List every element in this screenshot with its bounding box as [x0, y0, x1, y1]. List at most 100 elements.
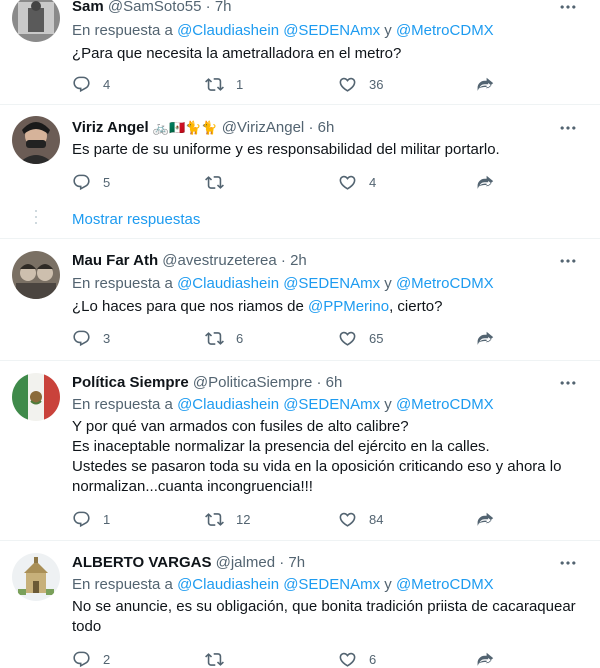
- reply-mentions[interactable]: @Claudiashein @SEDENAmx: [177, 275, 380, 292]
- timestamp[interactable]: 6h: [318, 119, 335, 136]
- reply-context: En respuesta a @Claudiashein @SEDENAmx y…: [72, 395, 494, 415]
- like-button[interactable]: 4: [338, 172, 376, 192]
- reply-mention-last[interactable]: @MetroCDMX: [396, 22, 494, 39]
- like-button[interactable]: 6: [338, 649, 376, 668]
- tweet-text-line: No se anuncie, es su obligación, que bon…: [72, 598, 576, 615]
- reply-icon: [72, 75, 91, 94]
- reply-context: En respuesta a @Claudiashein @SEDENAmx y…: [72, 21, 494, 41]
- user-handle[interactable]: @avestruzeterea: [162, 252, 276, 269]
- tweet-text: ¿Para que necesita la ametralladora en e…: [72, 45, 402, 62]
- tweet-header: Sam @SamSoto55 · 7h: [72, 0, 232, 17]
- retweet-button[interactable]: 6: [205, 328, 243, 348]
- retweet-button[interactable]: 1: [205, 74, 243, 94]
- more-icon: [558, 373, 578, 393]
- reply-mentions[interactable]: @Claudiashein @SEDENAmx: [177, 396, 380, 413]
- reply-button[interactable]: 1: [72, 509, 110, 529]
- retweet-count: 12: [236, 511, 251, 527]
- more-options-button[interactable]: [556, 553, 580, 573]
- reply-count: 5: [103, 174, 111, 190]
- share-button[interactable]: [476, 328, 495, 348]
- share-icon: [476, 75, 495, 94]
- retweet-button[interactable]: [205, 172, 236, 192]
- tweet-header: Política Siempre @PoliticaSiempre · 6h: [72, 373, 342, 393]
- reply-context: En respuesta a @Claudiashein @SEDENAmx y…: [72, 274, 494, 294]
- display-name[interactable]: Viriz Angel: [72, 119, 149, 136]
- like-button[interactable]: 65: [338, 328, 383, 348]
- show-replies-link[interactable]: Mostrar respuestas: [72, 210, 200, 230]
- reply-button[interactable]: 3: [72, 328, 110, 348]
- timestamp[interactable]: 7h: [288, 554, 305, 571]
- avatar[interactable]: [12, 116, 60, 164]
- retweet-button[interactable]: [205, 649, 236, 668]
- like-icon: [338, 510, 357, 529]
- like-icon: [338, 650, 357, 668]
- more-icon: [558, 0, 578, 17]
- reply-mention-last[interactable]: @MetroCDMX: [396, 576, 494, 593]
- mention-link[interactable]: @PPMerino: [308, 298, 389, 315]
- share-button[interactable]: [476, 649, 495, 668]
- avatar[interactable]: [12, 251, 60, 299]
- user-handle[interactable]: @SamSoto55: [108, 0, 202, 15]
- share-button[interactable]: [476, 509, 495, 529]
- separator: ·: [280, 252, 286, 269]
- tweet-actions: 4 1 36: [72, 74, 512, 94]
- more-options-button[interactable]: [556, 118, 580, 138]
- display-name[interactable]: Sam: [72, 0, 104, 15]
- share-icon: [476, 650, 495, 668]
- reply-prefix: En respuesta a: [72, 22, 173, 39]
- reply-mentions[interactable]: @Claudiashein @SEDENAmx: [177, 22, 380, 39]
- like-count: 6: [369, 651, 377, 667]
- reply-icon: [72, 173, 91, 192]
- like-icon: [338, 173, 357, 192]
- tweet-alberto-vargas[interactable]: ALBERTO VARGAS @jalmed · 7h En respuesta…: [0, 541, 600, 668]
- user-handle[interactable]: @VirizAngel: [222, 119, 305, 136]
- reply-button[interactable]: 5: [72, 172, 110, 192]
- like-button[interactable]: 84: [338, 509, 383, 529]
- display-name[interactable]: ALBERTO VARGAS: [72, 554, 211, 571]
- reply-button[interactable]: 2: [72, 649, 110, 668]
- display-name[interactable]: Mau Far Ath: [72, 252, 158, 269]
- like-count: 84: [369, 511, 384, 527]
- tweet-politica-siempre[interactable]: Política Siempre @PoliticaSiempre · 6h E…: [0, 361, 600, 541]
- share-button[interactable]: [476, 74, 495, 94]
- retweet-button[interactable]: 12: [205, 509, 250, 529]
- tweet-text-line: Y por qué van armados con fusiles de alt…: [72, 418, 409, 435]
- timestamp[interactable]: 2h: [290, 252, 307, 269]
- separator: ·: [316, 374, 322, 391]
- reply-mention-last[interactable]: @MetroCDMX: [396, 396, 494, 413]
- more-options-button[interactable]: [556, 251, 580, 271]
- user-handle[interactable]: @PoliticaSiempre: [193, 374, 312, 391]
- tweet-text-line: Ustedes se pasaron toda su vida en la op…: [72, 458, 562, 475]
- avatar[interactable]: [12, 553, 60, 601]
- reply-prefix: En respuesta a: [72, 275, 173, 292]
- reply-mention-last[interactable]: @MetroCDMX: [396, 275, 494, 292]
- timestamp[interactable]: 7h: [215, 0, 232, 15]
- more-options-button[interactable]: [556, 373, 580, 393]
- like-icon: [338, 329, 357, 348]
- retweet-count: 6: [236, 330, 244, 346]
- tweet-sam[interactable]: Sam @SamSoto55 · 7h En respuesta a @Clau…: [0, 0, 600, 108]
- timestamp[interactable]: 6h: [326, 374, 343, 391]
- more-icon: [558, 553, 578, 573]
- avatar[interactable]: [12, 0, 60, 42]
- reply-mentions[interactable]: @Claudiashein @SEDENAmx: [177, 576, 380, 593]
- share-icon: [476, 329, 495, 348]
- separator: ·: [205, 0, 211, 15]
- tweet-text-line: todo: [72, 618, 102, 635]
- retweet-icon: [205, 75, 224, 94]
- reply-icon: [72, 650, 91, 668]
- tweet-mau-far-ath[interactable]: Mau Far Ath @avestruzeterea · 2h En resp…: [0, 239, 600, 359]
- tweet-text-part: ¿Lo haces para que nos riamos de: [72, 298, 304, 315]
- like-button[interactable]: 36: [338, 74, 383, 94]
- reply-prefix: En respuesta a: [72, 396, 173, 413]
- retweet-icon: [205, 650, 224, 668]
- more-options-button[interactable]: [556, 0, 580, 17]
- user-handle[interactable]: @jalmed: [216, 554, 275, 571]
- avatar[interactable]: [12, 373, 60, 421]
- reply-button[interactable]: 4: [72, 74, 110, 94]
- share-button[interactable]: [476, 172, 495, 192]
- display-name[interactable]: Política Siempre: [72, 374, 189, 391]
- tweet-viriz-angel[interactable]: Viriz Angel 🚲🇲🇽🐈🐈 @VirizAngel · 6h Es pa…: [0, 106, 600, 202]
- retweet-count: 1: [236, 76, 244, 92]
- tweet-header: Viriz Angel 🚲🇲🇽🐈🐈 @VirizAngel · 6h: [72, 118, 334, 138]
